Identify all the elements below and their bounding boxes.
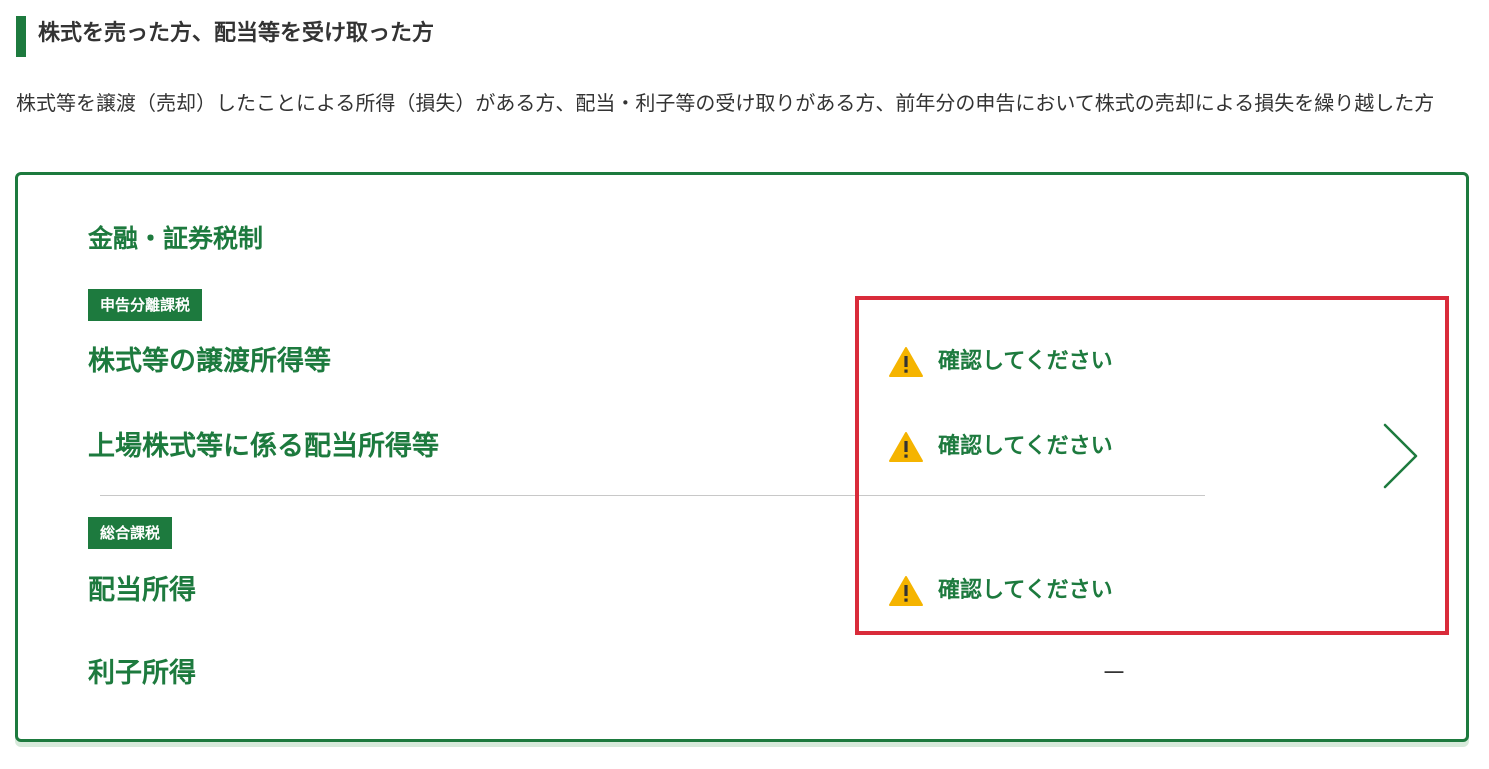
section-title: 株式を売った方、配当等を受け取った方: [16, 16, 434, 57]
status-text: 確認してください: [938, 434, 1113, 459]
listed-stock-dividend-income-status: 確認してください: [888, 427, 1113, 467]
stock-transfer-income-label: 株式等の譲渡所得等: [88, 346, 331, 377]
warning-icon: [889, 432, 923, 462]
divider: [100, 495, 1205, 496]
interest-income-status: －: [1101, 659, 1128, 689]
status-text: 確認してください: [938, 349, 1113, 374]
separate-taxation-badge: 申告分離課税: [88, 289, 203, 321]
section-description: 株式等を譲渡（売却）したことによる所得（損失）がある方、配当・利子等の受け取りが…: [16, 91, 1435, 115]
listed-stock-dividend-income-label: 上場株式等に係る配当所得等: [88, 431, 439, 462]
comprehensive-taxation-badge: 総合課税: [88, 517, 173, 549]
dividend-income-label: 配当所得: [88, 575, 196, 606]
interest-income-label: 利子所得: [88, 658, 196, 689]
warning-icon: [889, 347, 923, 377]
stock-transfer-income-status: 確認してください: [888, 342, 1113, 382]
warning-icon: [889, 576, 923, 606]
page: 株式を売った方、配当等を受け取った方 株式等を譲渡（売却）したことによる所得（損…: [0, 0, 1489, 769]
status-text: 確認してください: [938, 578, 1113, 603]
dividend-income-status: 確認してください: [888, 571, 1113, 611]
financial-securities-tax-card[interactable]: 金融・証券税制 申告分離課税 株式等の譲渡所得等 確認してください 上場株式等に…: [15, 172, 1469, 742]
chevron-right-icon[interactable]: [1381, 421, 1421, 491]
card-title: 金融・証券税制: [88, 224, 264, 253]
